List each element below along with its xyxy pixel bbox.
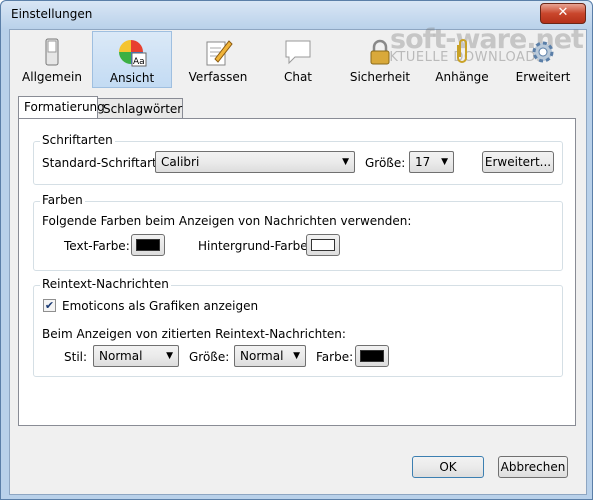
quote-style-select[interactable]: Normal ▼ — [93, 345, 179, 367]
group-title: Schriftarten — [40, 133, 115, 147]
group-schriftarten: Schriftarten Standard-Schriftart: Calibr… — [33, 133, 563, 185]
ok-button[interactable]: OK — [412, 456, 484, 478]
bg-color-picker[interactable] — [306, 234, 340, 256]
toolbar-label: Erweitert — [515, 70, 571, 84]
toolbar-label: Sicherheit — [349, 70, 411, 84]
text-color-picker[interactable] — [131, 234, 165, 256]
toolbar-label: Chat — [283, 70, 313, 84]
advanced-fonts-button[interactable]: Erweitert... — [482, 151, 554, 173]
text-color-swatch — [136, 239, 160, 251]
toolbar-label: Ansicht — [109, 71, 155, 85]
gear-icon — [532, 41, 554, 63]
font-select[interactable]: Calibri ▼ — [155, 151, 355, 173]
toolbar-label: Allgemein — [22, 70, 82, 84]
quote-color-picker[interactable] — [355, 345, 389, 367]
toolbar-anhaenge[interactable]: Anhänge — [422, 31, 502, 88]
group-reintext: Reintext-Nachrichten ✔ Emoticons als Gra… — [33, 277, 563, 377]
font-size-label: Größe: — [365, 156, 406, 170]
category-toolbar: soft-ware.net AKTUELLE DOWNLOADS Allgeme… — [10, 24, 586, 90]
paperclip-icon — [457, 39, 467, 63]
dialog-body: soft-ware.net AKTUELLE DOWNLOADS Allgeme… — [9, 24, 587, 495]
formatierung-panel: Schriftarten Standard-Schriftart: Calibr… — [18, 118, 576, 426]
chevron-down-icon: ▼ — [293, 351, 300, 361]
font-label: Standard-Schriftart: — [42, 156, 161, 170]
chevron-down-icon: ▼ — [166, 351, 173, 361]
quote-color-label: Farbe: — [316, 350, 354, 364]
text-color-label: Text-Farbe: — [64, 239, 130, 253]
speech-bubble-icon — [285, 40, 311, 65]
toolbar-sicherheit[interactable]: Sicherheit — [340, 31, 420, 88]
toolbar-label: Verfassen — [188, 70, 248, 84]
tab-schlagwoerter[interactable]: Schlagwörter — [97, 98, 183, 118]
toolbar-verfassen[interactable]: Verfassen — [180, 31, 256, 88]
colors-description: Folgende Farben beim Anzeigen von Nachri… — [42, 214, 412, 228]
emoticons-label[interactable]: Emoticons als Grafiken anzeigen — [62, 299, 258, 313]
svg-text:Aa: Aa — [133, 57, 145, 67]
bg-color-swatch — [311, 239, 335, 251]
group-title: Reintext-Nachrichten — [40, 277, 171, 291]
toolbar-ansicht[interactable]: Aa Ansicht — [92, 31, 172, 88]
style-label: Stil: — [64, 350, 88, 364]
toolbar-label: Anhänge — [435, 70, 489, 84]
pencil-paper-icon — [206, 40, 233, 66]
toolbar-allgemein[interactable]: Allgemein — [14, 31, 90, 88]
chevron-down-icon: ▼ — [342, 157, 349, 167]
quote-size-label: Größe: — [189, 350, 230, 364]
color-wheel-icon: Aa — [119, 40, 147, 67]
quoted-text-label: Beim Anzeigen von zitierten Reintext-Nac… — [42, 327, 346, 341]
group-title: Farben — [40, 193, 85, 207]
font-size-select[interactable]: 17 ▼ — [409, 151, 454, 173]
bg-color-label: Hintergrund-Farbe: — [198, 239, 312, 253]
quote-size-value: Normal — [240, 349, 284, 363]
toolbar-erweitert[interactable]: Erweitert — [504, 31, 582, 88]
chevron-down-icon: ▼ — [441, 157, 448, 167]
tab-formatierung[interactable]: Formatierung — [18, 96, 105, 118]
group-farben: Farben Folgende Farben beim Anzeigen von… — [33, 193, 563, 271]
quote-color-swatch — [360, 350, 384, 362]
font-value: Calibri — [161, 155, 200, 169]
close-button[interactable]: ✕ — [540, 3, 586, 24]
cancel-button[interactable]: Abbrechen — [498, 456, 568, 478]
toolbar-chat[interactable]: Chat — [260, 31, 336, 88]
switch-icon — [45, 38, 59, 66]
window-title: Einstellungen — [11, 7, 93, 21]
quote-size-select[interactable]: Normal ▼ — [234, 345, 306, 367]
lock-icon — [370, 39, 390, 65]
quote-style-value: Normal — [99, 349, 143, 363]
preferences-window: Einstellungen ✕ soft-ware.net AKTUELLE D… — [0, 0, 593, 500]
emoticons-checkbox[interactable]: ✔ — [43, 299, 56, 312]
font-size-value: 17 — [415, 155, 431, 169]
